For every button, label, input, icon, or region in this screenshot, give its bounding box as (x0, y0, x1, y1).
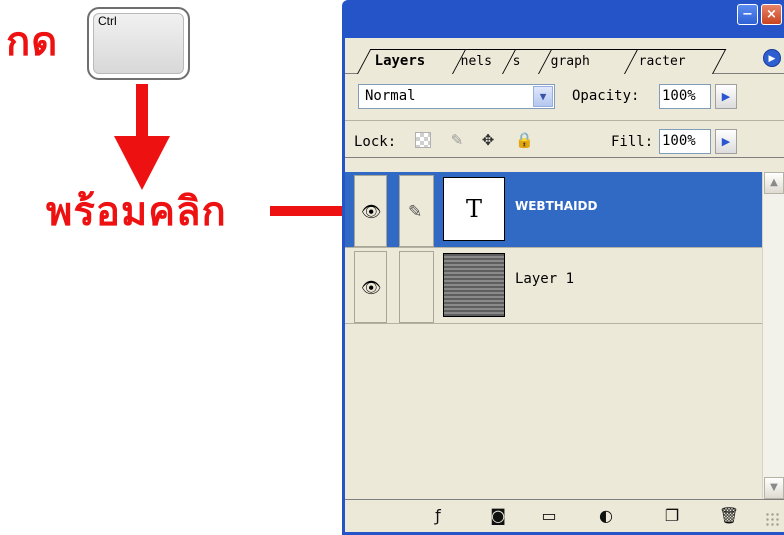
layer-row-layer-1[interactable]: 👁 Layer 1 (345, 248, 762, 324)
lock-all-padlock-icon[interactable]: 🔒 (515, 132, 534, 148)
eye-icon: 👁 (361, 278, 382, 297)
scroll-up-icon[interactable]: ▲ (764, 172, 784, 194)
text-layer-thumbnail[interactable]: T (443, 177, 505, 241)
lock-image-brush-icon[interactable]: ✎ (449, 132, 465, 148)
visibility-toggle[interactable]: 👁 (354, 175, 387, 247)
lock-label: Lock: (354, 134, 397, 150)
layer-name[interactable]: Layer 1 (515, 271, 574, 287)
ctrl-key-graphic: Ctrl (87, 7, 190, 80)
blend-opacity-row: Normal ▼ Opacity: 100% ▶ (345, 82, 784, 120)
layer-row-webthaidd[interactable]: 👁 ✎ T WEBTHAIDD (345, 172, 762, 248)
lock-transparency-icon[interactable] (415, 132, 431, 148)
blend-mode-select[interactable]: Normal ▼ (358, 84, 555, 109)
palette-body: racter graph s nels Layers ▶ Normal ▼ Op… (345, 38, 784, 532)
layer-thumbnail[interactable] (443, 253, 505, 317)
opacity-label: Opacity: (572, 88, 640, 104)
visibility-toggle[interactable]: 👁 (354, 251, 387, 323)
layers-scrollbar[interactable]: ▲ ▼ (762, 172, 784, 499)
layer-name[interactable]: WEBTHAIDD (515, 199, 597, 213)
down-arrow-icon (114, 84, 170, 190)
new-group-folder-icon[interactable]: ▭ (538, 505, 560, 527)
chevron-down-icon[interactable]: ▼ (533, 86, 553, 107)
link-cell[interactable] (399, 251, 434, 323)
brush-icon: ✎ (408, 202, 423, 222)
fill-slider-button[interactable]: ▶ (715, 129, 737, 154)
press-instruction: กด (6, 19, 59, 65)
minimize-button[interactable]: − (737, 4, 758, 25)
blend-mode-value: Normal (365, 88, 416, 104)
eye-icon: 👁 (361, 202, 382, 221)
lock-fill-row: Lock: ✎ ✥ 🔒 Fill: 100% ▶ (345, 120, 784, 158)
opacity-input[interactable]: 100% (659, 84, 711, 109)
resize-grip-icon[interactable] (765, 512, 781, 528)
click-instruction: พร้อมคลิก (46, 189, 227, 235)
tab-layers[interactable]: Layers (357, 49, 467, 74)
edit-indicator[interactable]: ✎ (399, 175, 434, 247)
fill-label: Fill: (611, 134, 654, 150)
palette-tabs: racter graph s nels Layers ▶ (345, 38, 784, 74)
palette-toolbar: ƒ ◙ ▭ ◐ ❐ 🗑 (345, 499, 784, 532)
close-button[interactable]: × (761, 4, 782, 25)
add-mask-icon[interactable]: ◙ (487, 505, 509, 527)
new-layer-icon[interactable]: ❐ (661, 505, 683, 527)
layers-palette-window: − × racter graph s nels Layers ▶ Normal … (342, 0, 784, 535)
fill-input[interactable]: 100% (659, 129, 711, 154)
layer-style-icon[interactable]: ƒ (427, 505, 449, 527)
ctrl-key-label: Ctrl (98, 14, 117, 28)
palette-menu-icon[interactable]: ▶ (763, 49, 781, 67)
opacity-slider-button[interactable]: ▶ (715, 84, 737, 109)
tab-character[interactable]: racter (621, 49, 727, 74)
layers-list: 👁 ✎ T WEBTHAIDD 👁 Layer 1 (345, 172, 762, 499)
lock-position-move-icon[interactable]: ✥ (480, 132, 496, 148)
scroll-down-icon[interactable]: ▼ (764, 477, 784, 499)
adjustment-layer-icon[interactable]: ◐ (595, 505, 617, 527)
palette-titlebar[interactable]: − × (345, 0, 782, 38)
trash-icon[interactable]: 🗑 (718, 505, 740, 527)
